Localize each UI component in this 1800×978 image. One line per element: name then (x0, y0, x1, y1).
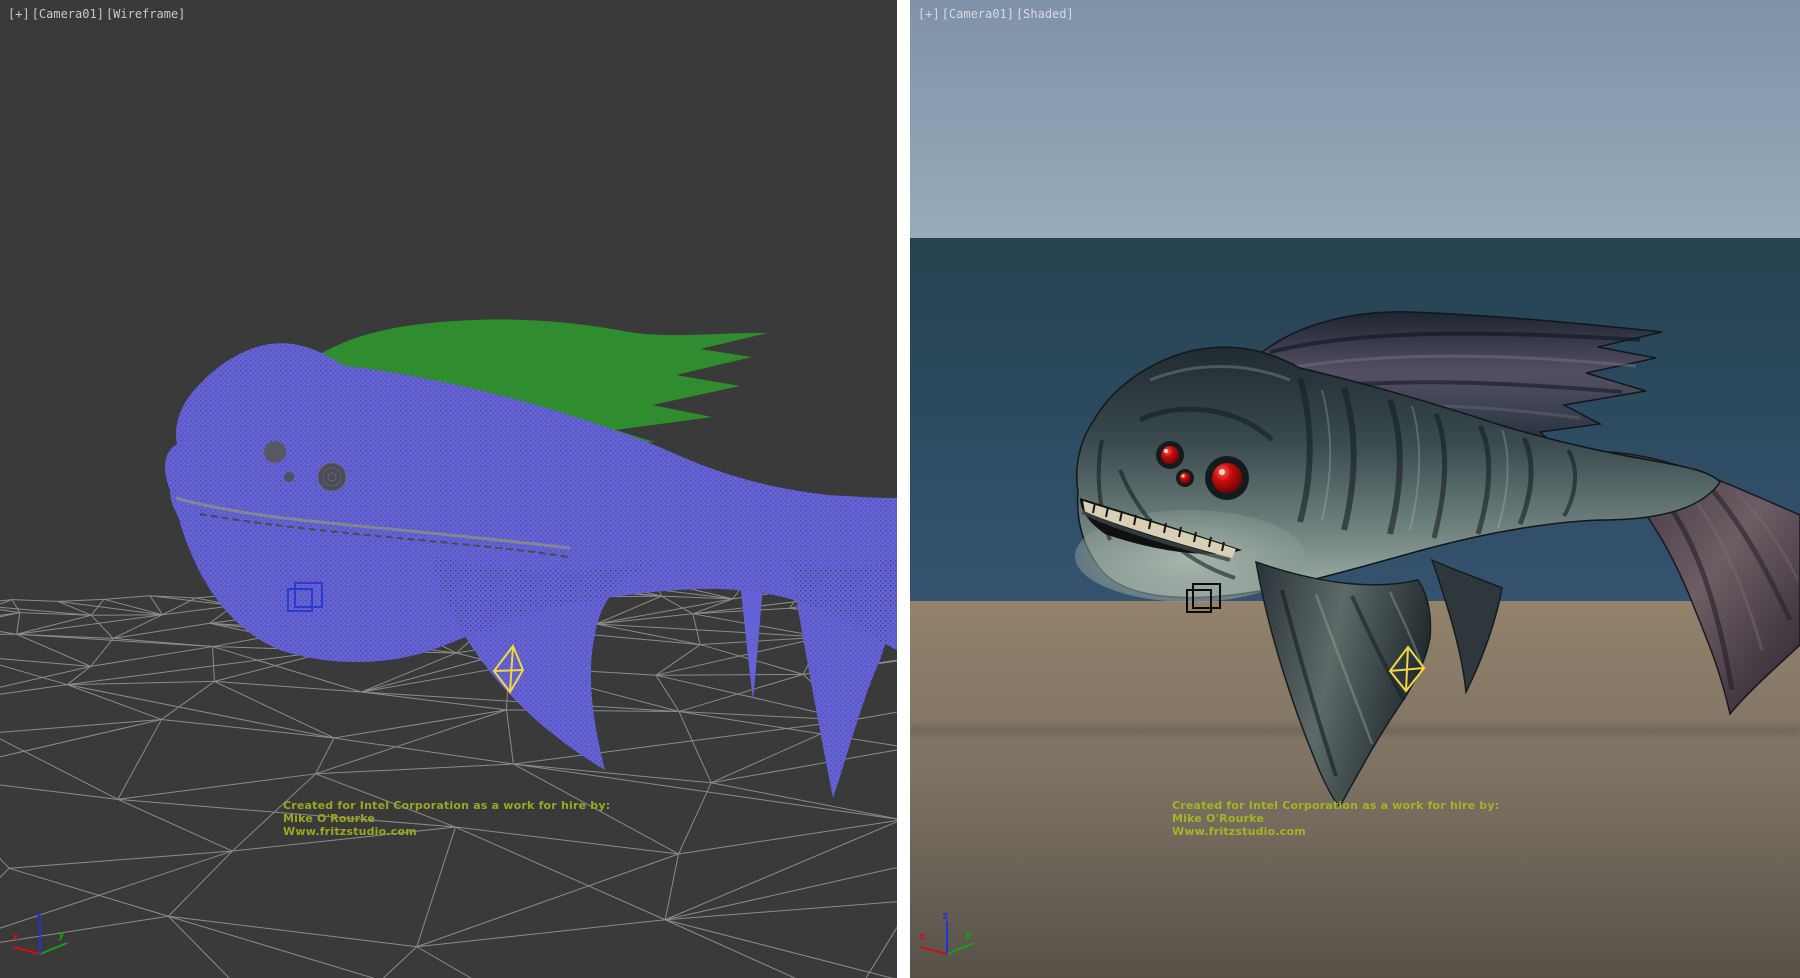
fish-body-wireframe[interactable] (165, 343, 897, 798)
viewport-menu-general[interactable]: [+] (918, 7, 940, 21)
viewport-menu-shading[interactable]: [Wireframe] (106, 7, 185, 21)
fish-eye-tiny (1180, 473, 1191, 484)
viewport-menu-pov[interactable]: [Camera01] (942, 7, 1014, 21)
axis-x-label: x (919, 930, 926, 943)
viewport-menu-general[interactable]: [+] (8, 7, 30, 21)
viewport-label-right: [+][Camera01][Shaded] (918, 7, 1076, 21)
axis-tripod: x y z (12, 909, 67, 954)
fish-fin-spike-wireframe[interactable] (740, 580, 763, 700)
axis-tripod: x y z (919, 909, 974, 954)
axis-z-label: z (942, 909, 949, 922)
axis-z-label: z (35, 909, 42, 922)
viewport-wireframe[interactable]: [+][Camera01][Wireframe] (0, 0, 897, 978)
axis-x-label: x (12, 930, 19, 943)
watermark-left: Created for Intel Corporation as a work … (283, 799, 610, 838)
axis-y-label: y (58, 928, 65, 941)
fish-secondary-fin-shaded[interactable] (1432, 560, 1502, 692)
fish-eye-large (1212, 463, 1242, 493)
viewport-menu-pov[interactable]: [Camera01] (32, 7, 104, 21)
axis-y-label: y (965, 928, 972, 941)
viewport-splitter[interactable] (897, 0, 910, 978)
viewport-menu-shading[interactable]: [Shaded] (1016, 7, 1074, 21)
viewport-label-left: [+][Camera01][Wireframe] (8, 7, 187, 21)
fish-pelvic-fin-shaded[interactable] (1256, 562, 1431, 806)
watermark-right: Created for Intel Corporation as a work … (1172, 799, 1499, 838)
viewport-split-container: [+][Camera01][Wireframe] (0, 0, 1800, 978)
viewport-shaded[interactable]: [+][Camera01][Shaded] (910, 0, 1800, 978)
fish-eye-small (1161, 446, 1179, 464)
